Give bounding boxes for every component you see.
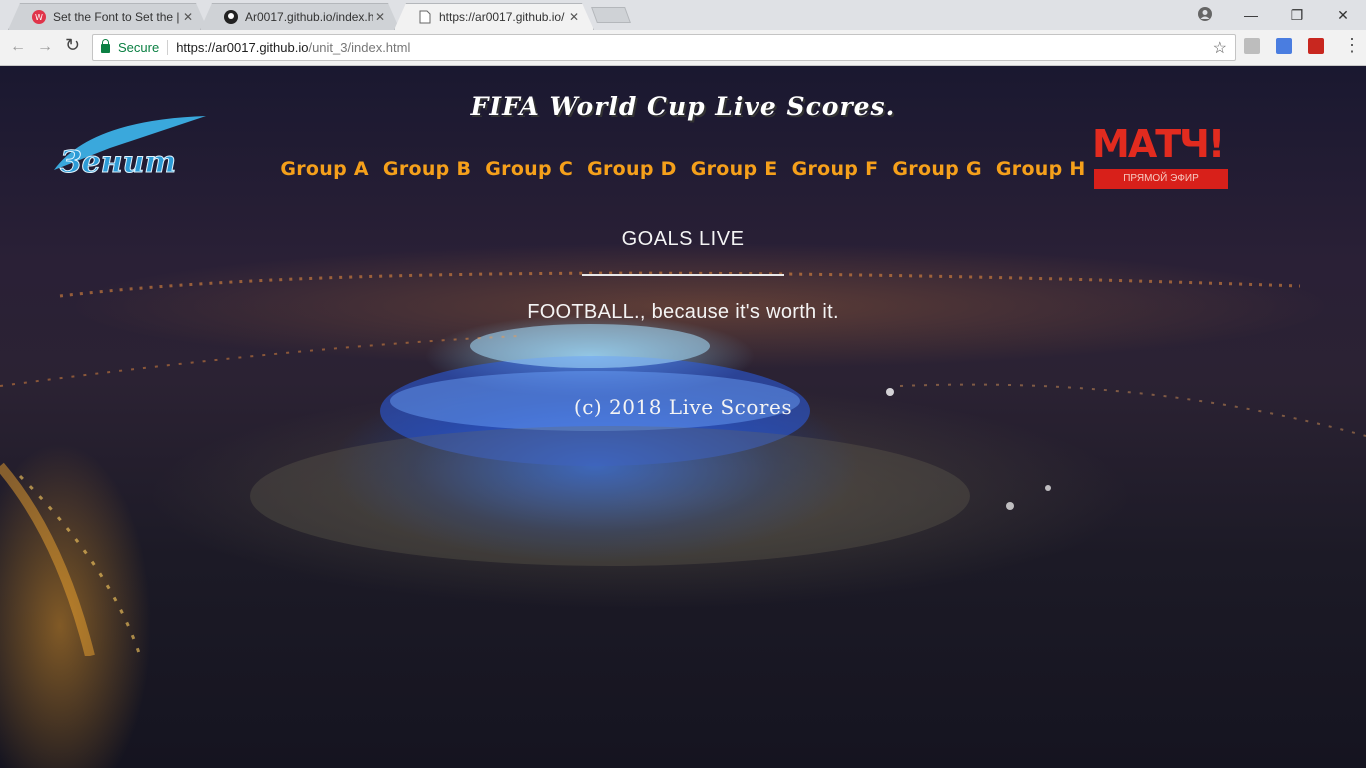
profile-icon[interactable] (1182, 6, 1228, 24)
section-divider (582, 274, 784, 276)
maximize-button[interactable]: ❐ (1274, 7, 1320, 24)
tagline: FOOTBALL., because it's worth it. (527, 301, 839, 323)
group-f-link[interactable]: Group F (792, 158, 879, 180)
copyright-footer: (c) 2018 Live Scores (573, 395, 793, 419)
forward-button[interactable]: → (37, 38, 53, 56)
page-background: Зенит МАТЧ! ПРЯМОЙ ЭФИР FIFA World Cup L… (0, 66, 1366, 768)
translate-extension-icon[interactable] (1276, 38, 1292, 54)
bookmark-star-icon[interactable]: ☆ (1213, 38, 1227, 58)
group-c-link[interactable]: Group C (485, 158, 573, 180)
minimize-button[interactable]: — (1228, 7, 1274, 23)
goals-live-heading: GOALS LIVE (621, 228, 745, 250)
chrome-menu-icon[interactable]: ⋮ (1343, 35, 1361, 56)
group-h-link[interactable]: Group H (996, 158, 1086, 180)
url-path: /unit_3/index.html (308, 40, 411, 55)
reload-button[interactable]: ↻ (65, 35, 80, 56)
svg-text:W: W (35, 13, 43, 22)
stadium-night-scene (0, 271, 1366, 656)
page-icon (417, 9, 433, 25)
tab-close-icon[interactable]: ✕ (375, 10, 385, 24)
group-a-link[interactable]: Group A (280, 158, 369, 180)
url-host: https://ar0017.github.io (176, 40, 309, 55)
tab-title: https://ar0017.github.io/ (439, 10, 565, 24)
page-title: FIFA World Cup Live Scores. (470, 92, 896, 121)
group-nav: Group A Group B Group C Group D Group E … (0, 158, 1366, 180)
browser-toolbar: ← → ↻ Secure https://ar0017.github.io/un… (0, 30, 1366, 66)
lock-icon (101, 39, 110, 53)
tab-strip: W Set the Font to Set the | ✕ Ar0017.git… (0, 0, 1366, 30)
tab-title: Set the Font to Set the | (53, 10, 180, 24)
window-controls: — ❐ ✕ (1182, 0, 1366, 30)
new-tab-button[interactable] (591, 7, 631, 23)
group-g-link[interactable]: Group G (892, 158, 981, 180)
tab-font-article[interactable]: W Set the Font to Set the | ✕ (8, 3, 208, 30)
pdf-extension-icon[interactable] (1244, 38, 1260, 54)
group-d-link[interactable]: Group D (587, 158, 677, 180)
tab-close-icon[interactable]: ✕ (183, 10, 193, 24)
address-bar[interactable]: Secure https://ar0017.github.io/unit_3/i… (92, 34, 1236, 61)
group-b-link[interactable]: Group B (383, 158, 471, 180)
security-indicator[interactable]: Secure (101, 39, 169, 55)
tab-close-icon[interactable]: ✕ (569, 10, 579, 24)
group-e-link[interactable]: Group E (691, 158, 778, 180)
close-window-button[interactable]: ✕ (1320, 7, 1366, 24)
red-extension-icon[interactable] (1308, 38, 1324, 54)
tab-live-scores[interactable]: https://ar0017.github.io/ ✕ (394, 3, 594, 30)
tab-title: Ar0017.github.io/index.h (245, 10, 373, 24)
secure-label: Secure (118, 40, 160, 55)
tab-github[interactable]: Ar0017.github.io/index.h ✕ (200, 3, 400, 30)
back-button[interactable]: ← (10, 38, 26, 56)
w3-favicon-icon: W (31, 9, 47, 25)
github-icon (223, 9, 239, 25)
